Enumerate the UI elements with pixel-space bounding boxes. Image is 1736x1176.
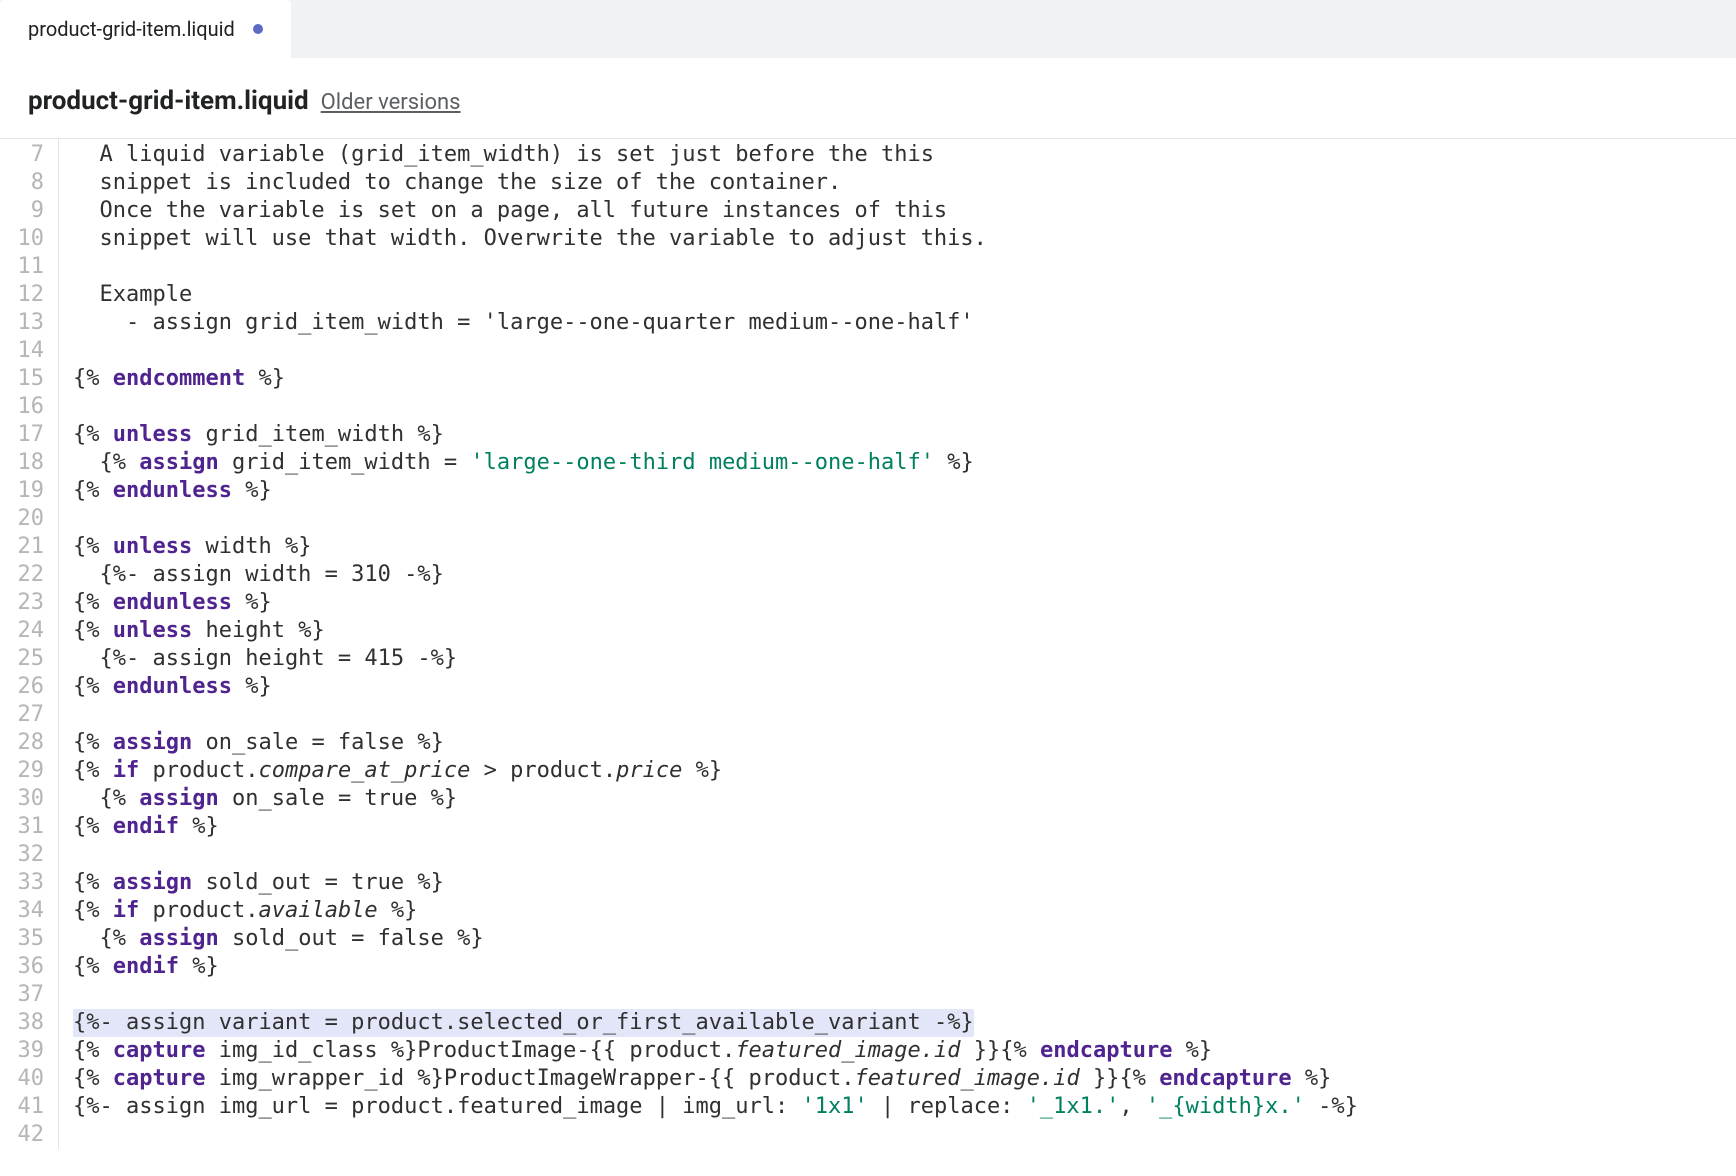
line-number: 7 xyxy=(0,141,58,169)
code-line[interactable] xyxy=(73,505,1736,533)
line-number: 39 xyxy=(0,1037,58,1065)
line-number: 13 xyxy=(0,309,58,337)
code-line[interactable]: {% unless width %} xyxy=(73,533,1736,561)
code-line[interactable]: {% assign on_sale = false %} xyxy=(73,729,1736,757)
line-number: 31 xyxy=(0,813,58,841)
code-line[interactable] xyxy=(73,701,1736,729)
line-number: 17 xyxy=(0,421,58,449)
code-line[interactable]: {% endif %} xyxy=(73,953,1736,981)
code-line[interactable]: Once the variable is set on a page, all … xyxy=(73,197,1736,225)
line-number: 20 xyxy=(0,505,58,533)
line-number: 26 xyxy=(0,673,58,701)
code-line[interactable]: {% assign on_sale = true %} xyxy=(73,785,1736,813)
older-versions-link[interactable]: Older versions xyxy=(321,90,461,115)
line-number: 32 xyxy=(0,841,58,869)
file-tab[interactable]: product-grid-item.liquid xyxy=(0,0,291,58)
line-number: 14 xyxy=(0,337,58,365)
code-line[interactable]: {% assign grid_item_width = 'large--one-… xyxy=(73,449,1736,477)
line-number: 8 xyxy=(0,169,58,197)
code-line[interactable] xyxy=(73,1121,1736,1149)
code-editor[interactable]: 7891011121314151617181920212223242526272… xyxy=(0,139,1736,1149)
code-line[interactable] xyxy=(73,981,1736,1009)
line-number: 18 xyxy=(0,449,58,477)
line-number: 16 xyxy=(0,393,58,421)
code-line[interactable] xyxy=(73,841,1736,869)
line-number: 19 xyxy=(0,477,58,505)
code-line[interactable]: {%- assign variant = product.selected_or… xyxy=(73,1009,1736,1037)
tab-label: product-grid-item.liquid xyxy=(28,17,235,41)
line-number: 10 xyxy=(0,225,58,253)
code-line[interactable]: A liquid variable (grid_item_width) is s… xyxy=(73,141,1736,169)
tab-bar: product-grid-item.liquid xyxy=(0,0,1736,58)
code-line[interactable]: {% if product.compare_at_price > product… xyxy=(73,757,1736,785)
line-number-gutter: 7891011121314151617181920212223242526272… xyxy=(0,139,58,1149)
line-number: 29 xyxy=(0,757,58,785)
line-number: 23 xyxy=(0,589,58,617)
code-line[interactable] xyxy=(73,253,1736,281)
code-line[interactable]: - assign grid_item_width = 'large--one-q… xyxy=(73,309,1736,337)
code-line[interactable]: {% capture img_id_class %}ProductImage-{… xyxy=(73,1037,1736,1065)
line-number: 27 xyxy=(0,701,58,729)
line-number: 40 xyxy=(0,1065,58,1093)
code-line[interactable]: {% assign sold_out = false %} xyxy=(73,925,1736,953)
file-name: product-grid-item.liquid xyxy=(28,86,309,116)
line-number: 24 xyxy=(0,617,58,645)
line-number: 36 xyxy=(0,953,58,981)
line-number: 37 xyxy=(0,981,58,1009)
file-header: product-grid-item.liquid Older versions xyxy=(0,58,1736,139)
unsaved-indicator-icon xyxy=(253,24,263,34)
code-line[interactable]: {% if product.available %} xyxy=(73,897,1736,925)
line-number: 25 xyxy=(0,645,58,673)
line-number: 21 xyxy=(0,533,58,561)
code-line[interactable]: {% endunless %} xyxy=(73,589,1736,617)
line-number: 12 xyxy=(0,281,58,309)
code-line[interactable] xyxy=(73,337,1736,365)
code-line[interactable]: {% assign sold_out = true %} xyxy=(73,869,1736,897)
code-area[interactable]: A liquid variable (grid_item_width) is s… xyxy=(58,139,1736,1149)
line-number: 9 xyxy=(0,197,58,225)
code-line[interactable]: {% endcomment %} xyxy=(73,365,1736,393)
code-line[interactable]: {% unless height %} xyxy=(73,617,1736,645)
code-line[interactable]: snippet is included to change the size o… xyxy=(73,169,1736,197)
line-number: 42 xyxy=(0,1121,58,1149)
code-line[interactable] xyxy=(73,393,1736,421)
code-line[interactable]: Example xyxy=(73,281,1736,309)
line-number: 34 xyxy=(0,897,58,925)
line-number: 33 xyxy=(0,869,58,897)
line-number: 35 xyxy=(0,925,58,953)
line-number: 41 xyxy=(0,1093,58,1121)
line-number: 11 xyxy=(0,253,58,281)
line-number: 30 xyxy=(0,785,58,813)
line-number: 28 xyxy=(0,729,58,757)
code-line[interactable]: {% endunless %} xyxy=(73,673,1736,701)
code-line[interactable]: {% endunless %} xyxy=(73,477,1736,505)
line-number: 22 xyxy=(0,561,58,589)
line-number: 38 xyxy=(0,1009,58,1037)
code-line[interactable]: {% capture img_wrapper_id %}ProductImage… xyxy=(73,1065,1736,1093)
line-number: 15 xyxy=(0,365,58,393)
code-line[interactable]: {%- assign width = 310 -%} xyxy=(73,561,1736,589)
code-line[interactable]: {% unless grid_item_width %} xyxy=(73,421,1736,449)
code-line[interactable]: snippet will use that width. Overwrite t… xyxy=(73,225,1736,253)
code-line[interactable]: {%- assign img_url = product.featured_im… xyxy=(73,1093,1736,1121)
code-line[interactable]: {%- assign height = 415 -%} xyxy=(73,645,1736,673)
code-line[interactable]: {% endif %} xyxy=(73,813,1736,841)
